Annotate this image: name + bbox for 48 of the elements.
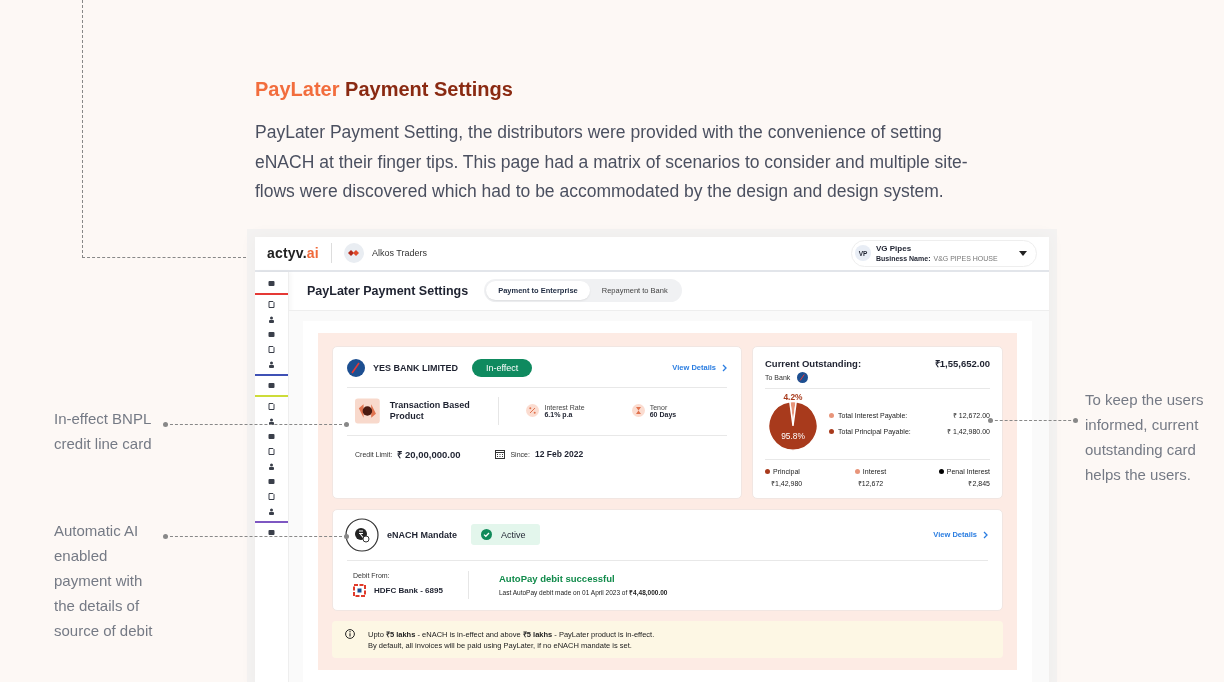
since-date: 12 Feb 2022: [534, 449, 584, 459]
status-badge: In-effect: [472, 358, 533, 377]
nav-icon[interactable]: [268, 417, 275, 425]
debit-bank: HDFC Bank - 6895: [374, 586, 443, 595]
company-logo-icon: [343, 243, 364, 263]
mandate-title: eNACH Mandate: [387, 529, 457, 540]
chevron-icon: [722, 363, 727, 372]
product-icon: [355, 397, 380, 424]
nav-icon[interactable]: [268, 462, 275, 470]
heading-accent: PayLater: [255, 78, 340, 100]
company-name: Alkos Traders: [371, 248, 427, 258]
nav-icon[interactable]: [268, 315, 275, 323]
nav-icon[interactable]: [268, 507, 275, 515]
intro-paragraph: PayLater Payment Setting, the distributors were provided with the convenience of setting eNACH at their finger tips. This page had a matrix of scenarios to consider and multiple site-flows were discovered which had to be accommodated by the design and design system.: [255, 121, 969, 203]
nav-icon[interactable]: [268, 300, 275, 308]
dropdown-caret-icon: [1019, 250, 1027, 256]
calendar-icon: [495, 449, 506, 459]
heading-text: Payment Settings: [345, 78, 513, 100]
chevron-icon: [983, 530, 988, 539]
annotation-text: In-effect BNPL credit line card: [54, 409, 153, 454]
nav-icon[interactable]: [268, 381, 275, 389]
logo-accent: ai: [306, 245, 319, 261]
bank-logo-icon: [797, 371, 809, 383]
nav-icon[interactable]: [268, 528, 275, 536]
bank-logo-icon: [347, 358, 365, 377]
credit-limit-value: ₹ 20,00,000.00: [397, 447, 461, 461]
nav-icon[interactable]: [268, 402, 275, 410]
hourglass-icon: [631, 403, 645, 417]
status-text: Active: [501, 529, 526, 540]
autopay-status: AutoPay debit successful: [499, 572, 616, 584]
bank-name: YES BANK LIMITED: [373, 362, 458, 373]
slice-label: 95.8%: [781, 430, 805, 441]
logo-text: actyv.: [267, 245, 307, 261]
slice-label: 4.2%: [783, 393, 803, 402]
annotation-text: To keep the users informed, current outstanding card helps the users.: [1085, 390, 1205, 485]
user-name: VG Pipes: [876, 243, 913, 254]
check-icon: [481, 529, 492, 540]
mandate-icon: [345, 517, 379, 552]
outstanding-amount: ₹1,55,652.00: [934, 356, 990, 370]
page-title: PayLater Payment Settings: [307, 283, 469, 298]
percent-icon: [526, 403, 540, 417]
bank-logo-icon: [353, 584, 366, 597]
nav-icon[interactable]: [268, 360, 275, 368]
info-icon: [345, 628, 355, 639]
nav-icon[interactable]: [268, 279, 275, 287]
outstanding-title: Current Outstanding:: [765, 357, 862, 369]
annotation-text: Automatic AI enabled payment with the details of source of debit: [54, 521, 154, 641]
product-name: Transaction Based Product: [389, 399, 471, 422]
